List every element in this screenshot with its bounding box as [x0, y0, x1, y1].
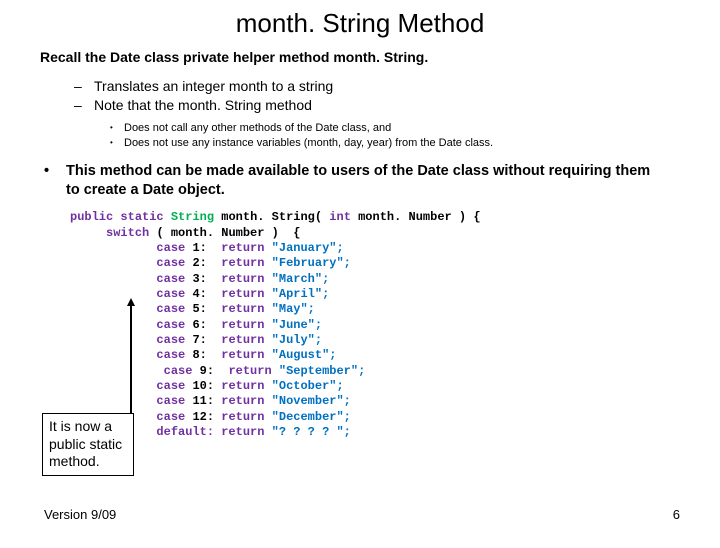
dash-list: –Translates an integer month to a string…	[74, 77, 680, 115]
footer-page-number: 6	[673, 507, 680, 522]
dash-item: Note that the month. String method	[94, 96, 312, 115]
slide-title: month. String Method	[0, 8, 720, 39]
dot-list: •Does not call any other methods of the …	[110, 121, 680, 151]
code-block: public static String month. String( int …	[70, 210, 680, 471]
dot-item: Does not call any other methods of the D…	[124, 121, 391, 136]
dash-item: Translates an integer month to a string	[94, 77, 333, 96]
footer-version: Version 9/09	[44, 507, 116, 522]
callout-arrow-head	[127, 298, 135, 306]
callout-box: It is now a public static method.	[42, 413, 134, 476]
lead-text: Recall the Date class private helper met…	[40, 49, 680, 65]
main-bullet-text: This method can be made available to use…	[66, 162, 660, 200]
main-bullet: • This method can be made available to u…	[44, 162, 660, 200]
callout-arrow-shaft	[130, 304, 132, 413]
dot-item: Does not use any instance variables (mon…	[124, 136, 493, 151]
